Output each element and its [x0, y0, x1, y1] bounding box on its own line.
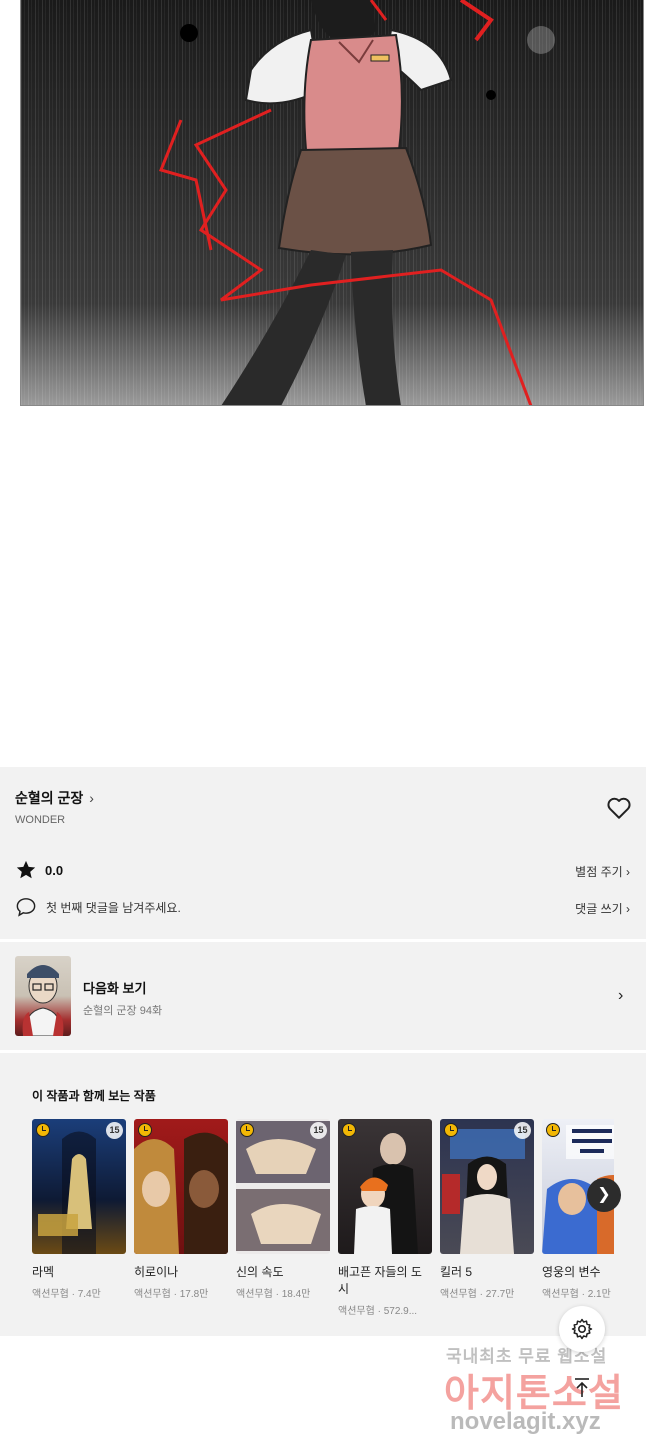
recommendation-cover: 15: [32, 1119, 126, 1254]
comment-icon: [16, 898, 36, 917]
clock-icon: [342, 1123, 356, 1137]
chevron-right-icon: ›: [626, 902, 630, 916]
chevron-right-icon: ›: [618, 987, 624, 1004]
next-episode-link[interactable]: 다음화 보기 순혈의 군장 94화 ›: [0, 942, 646, 1050]
chevron-right-icon: ›: [626, 865, 630, 879]
arrow-up-icon: [575, 1378, 589, 1397]
recommendation-title: 영웅의 변수: [542, 1265, 601, 1279]
recommendation-meta: 액션무협 · 17.8만: [134, 1289, 209, 1300]
comic-illustration: [158, 0, 555, 405]
next-episode-subtitle: 순혈의 군장 94화: [83, 1005, 163, 1017]
site-watermark: 국내최초 무료 웹소설 아지톤소설 novelagit.xyz: [430, 1336, 635, 1446]
comment-prompt: 첫 번째 댓글을 남겨주세요.: [15, 897, 181, 917]
rate-button[interactable]: 별점 주기 ›: [575, 863, 630, 880]
cover-illustration: [38, 1131, 96, 1254]
recommendation-carousel: 15 라멕 액션무협 · 7.4만 히로이나 액션무협 · 17.8만 15 신…: [32, 1119, 614, 1329]
recommendation-title: 배고픈 자들의 도시: [338, 1265, 422, 1296]
comment-prompt-text: 첫 번째 댓글을 남겨주세요.: [46, 900, 181, 915]
age-rating-badge: 15: [310, 1122, 327, 1139]
series-title-link[interactable]: 순혈의 군장 ›: [15, 788, 94, 808]
recommendation-title: 신의 속도: [236, 1265, 284, 1279]
thumbnail-illustration: [22, 965, 64, 1036]
cover-illustration: [236, 1121, 330, 1251]
heart-icon[interactable]: [606, 796, 632, 820]
rate-button-label: 별점 주기: [575, 865, 623, 879]
clock-icon: [138, 1123, 152, 1137]
gear-icon: [571, 1318, 593, 1340]
recommendation-card[interactable]: 배고픈 자들의 도시 액션무협 · 572.9...: [338, 1119, 432, 1317]
recommendation-cover: 15: [440, 1119, 534, 1254]
settings-button[interactable]: [559, 1306, 605, 1352]
age-rating-badge: 15: [514, 1122, 531, 1139]
recommendation-cover: 15: [236, 1119, 330, 1254]
age-rating-badge: 15: [106, 1122, 123, 1139]
series-info-panel: 순혈의 군장 › WONDER 0.0 별점 주기 › 첫 번째 댓글을 남겨주…: [0, 767, 646, 939]
next-episode-label: 다음화 보기: [83, 981, 147, 996]
recommendation-title: 라멕: [32, 1265, 55, 1279]
recommendation-meta: 액션무협 · 18.4만: [236, 1289, 311, 1300]
clock-icon: [36, 1123, 50, 1137]
recommendation-meta: 액션무협 · 27.7만: [440, 1289, 515, 1300]
next-episode-thumbnail: [15, 956, 71, 1036]
recommendation-card[interactable]: 15 라멕 액션무협 · 7.4만: [32, 1119, 126, 1300]
clock-icon: [444, 1123, 458, 1137]
recommendation-title: 킬러 5: [440, 1265, 473, 1279]
recommendation-cover: [134, 1119, 228, 1254]
rating-value: 0.0: [45, 862, 64, 878]
scroll-to-top-button[interactable]: [567, 1373, 597, 1403]
recommendations-section: 이 작품과 함께 보는 작품 15 라멕 액션무협 · 7.4만 히로이나 액션…: [0, 1053, 646, 1336]
series-author: WONDER: [15, 814, 66, 826]
star-icon: [16, 860, 36, 879]
recommendation-card[interactable]: 15 신의 속도 액션무협 · 18.4만: [236, 1119, 330, 1300]
comic-panel-image: [20, 0, 644, 406]
rating-display: 0.0: [15, 859, 63, 881]
recommendation-meta: 액션무협 · 2.1만: [542, 1289, 611, 1300]
recommendation-card[interactable]: 15 킬러 5 액션무협 · 27.7만: [440, 1119, 534, 1300]
recommendation-meta: 액션무협 · 7.4만: [32, 1289, 101, 1300]
cover-illustration: [134, 1132, 228, 1254]
recommendation-card[interactable]: 히로이나 액션무협 · 17.8만: [134, 1119, 228, 1300]
watermark-url: novelagit.xyz: [450, 1408, 601, 1435]
recommendation-cover: [338, 1119, 432, 1254]
chevron-right-icon: ›: [89, 790, 94, 806]
chevron-right-icon: ❯: [597, 1186, 611, 1203]
series-title: 순혈의 군장: [15, 790, 84, 806]
carousel-next-button[interactable]: ❯: [587, 1178, 621, 1212]
clock-icon: [546, 1123, 560, 1137]
cover-illustration: [354, 1133, 418, 1254]
write-comment-label: 댓글 쓰기: [575, 902, 623, 916]
write-comment-button[interactable]: 댓글 쓰기 ›: [575, 900, 630, 917]
cover-illustration: [442, 1129, 525, 1254]
recommendations-heading: 이 작품과 함께 보는 작품: [32, 1089, 156, 1103]
clock-icon: [240, 1123, 254, 1137]
recommendation-meta: 액션무협 · 572.9...: [338, 1306, 418, 1317]
recommendation-title: 히로이나: [134, 1265, 179, 1279]
